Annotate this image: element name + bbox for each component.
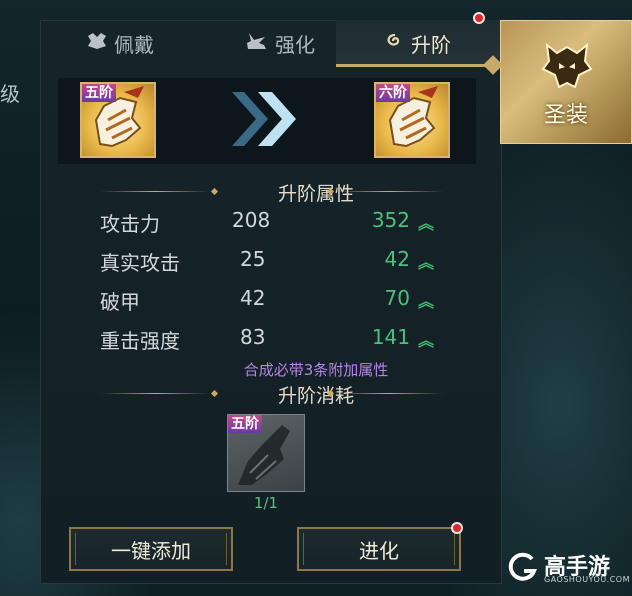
cost-divider-right <box>334 393 444 394</box>
gem-icon <box>86 32 108 55</box>
evolve-button[interactable]: 进化 <box>297 527 461 571</box>
swirl-icon <box>385 32 405 55</box>
attributes-divider-right <box>334 191 444 192</box>
attributes-title: 升阶属性 <box>277 183 354 205</box>
side-tab-label: 圣装 <box>543 103 588 128</box>
stat-new-value: 352 <box>371 208 410 232</box>
synthesis-note: 合成必带3条附加属性 <box>243 361 389 379</box>
active-tab-indicator <box>336 64 500 67</box>
side-tab-holy-gear[interactable]: 圣装 <box>500 20 632 144</box>
double-chevron-right-icon <box>228 84 304 158</box>
stat-new-value: 141 <box>371 325 410 349</box>
tab-upgrade-notification-dot <box>473 12 485 24</box>
cost-item-slot[interactable]: 五阶 <box>227 414 305 492</box>
increase-arrow-icon: ︽ <box>418 292 435 311</box>
current-item-slot[interactable]: 五阶 <box>80 82 156 158</box>
stat-name: 真实攻击 <box>100 251 180 275</box>
evolve-button-label: 进化 <box>359 538 399 563</box>
tab-wear-label: 佩戴 <box>114 32 154 57</box>
increase-arrow-icon: ︽ <box>418 253 435 272</box>
left-edge-label: 级 <box>0 82 20 106</box>
auto-add-button-label: 一键添加 <box>111 538 191 563</box>
next-item-tier-badge: 六阶 <box>376 84 410 102</box>
tab-enhance-label: 强化 <box>275 32 315 57</box>
stat-old-value: 83 <box>240 325 266 349</box>
auto-add-button[interactable]: 一键添加 <box>69 527 233 571</box>
stat-name: 破甲 <box>100 290 140 314</box>
tab-wear[interactable]: 佩戴 <box>60 20 180 66</box>
next-item-slot[interactable]: 六阶 <box>374 82 450 158</box>
stat-old-value: 25 <box>240 247 266 271</box>
helmet-icon <box>539 39 595 95</box>
cost-item-tier-badge: 五阶 <box>228 415 262 433</box>
stat-new-value: 70 <box>384 286 410 310</box>
stat-name: 重击强度 <box>100 329 180 353</box>
stat-old-value: 42 <box>240 286 266 310</box>
increase-arrow-icon: ︽ <box>418 214 435 233</box>
stat-new-value: 42 <box>384 247 410 271</box>
tab-enhance[interactable]: 强化 <box>220 20 340 66</box>
tab-bar: 佩戴 强化 升阶 <box>40 20 500 67</box>
cost-count: 1/1 <box>253 494 279 512</box>
stat-name: 攻击力 <box>100 212 160 236</box>
tab-upgrade[interactable]: 升阶 <box>336 20 500 66</box>
tab-upgrade-label: 升阶 <box>411 32 451 57</box>
increase-arrow-icon: ︽ <box>418 331 435 350</box>
current-item-tier-badge: 五阶 <box>82 84 116 102</box>
anvil-icon <box>245 31 269 56</box>
watermark-url: GAOSHOUYOU.COM <box>544 575 631 584</box>
evolve-notification-dot <box>451 522 463 534</box>
cost-title: 升阶消耗 <box>277 385 354 407</box>
brand-logo-icon <box>508 552 537 581</box>
stat-old-value: 208 <box>232 208 271 232</box>
